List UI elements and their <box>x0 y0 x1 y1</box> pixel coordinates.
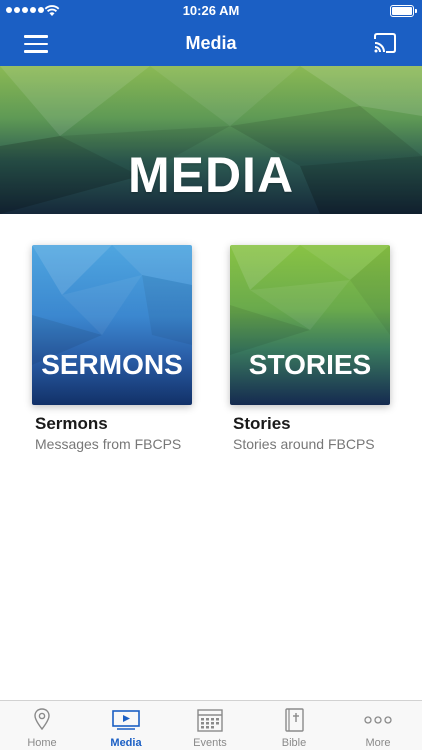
map-pin-icon <box>34 708 50 731</box>
page-title: Media <box>185 33 237 53</box>
battery-icon <box>390 5 417 17</box>
tab-more[interactable]: More <box>336 701 420 750</box>
stories-thumbnail-pattern <box>230 245 390 355</box>
status-bar: 10:26 AM <box>0 0 422 22</box>
card-subtitle: Messages from FBCPS <box>35 436 182 452</box>
stories-card[interactable]: STORIES Stories Stories around FBCPS <box>230 245 390 452</box>
stories-thumbnail[interactable]: STORIES <box>230 245 390 405</box>
tab-label: Media <box>110 737 142 749</box>
card-title: Sermons <box>35 414 108 433</box>
tab-events[interactable]: Events <box>168 701 252 750</box>
more-dots-icon <box>364 716 392 724</box>
tab-label: Bible <box>281 737 307 749</box>
media-hero-banner: MEDIA <box>0 66 422 214</box>
tab-home[interactable]: Home <box>0 701 84 750</box>
play-screen-icon <box>112 710 140 730</box>
tab-bible[interactable]: Bible <box>252 701 336 750</box>
tab-label: More <box>365 737 391 749</box>
sermons-thumbnail-pattern <box>32 245 192 365</box>
bible-icon <box>285 708 304 732</box>
status-time: 10:26 AM <box>182 3 240 18</box>
card-title: Stories <box>233 414 291 433</box>
tab-bar: Home Media Events Bible More <box>0 700 422 750</box>
sermons-thumbnail-label: SERMONS <box>41 349 183 380</box>
hero-title: MEDIA <box>127 147 295 203</box>
sermons-card[interactable]: SERMONS Sermons Messages from FBCPS <box>32 245 192 452</box>
card-subtitle: Stories around FBCPS <box>233 436 375 452</box>
cast-icon[interactable] <box>372 32 398 54</box>
nav-bar: Media <box>0 22 422 66</box>
stories-thumbnail-label: STORIES <box>248 349 372 380</box>
tab-label: Home <box>27 737 57 749</box>
tab-media[interactable]: Media <box>84 701 168 750</box>
tab-label: Events <box>193 737 227 749</box>
sermons-thumbnail[interactable]: SERMONS <box>32 245 192 405</box>
calendar-icon <box>197 709 223 732</box>
